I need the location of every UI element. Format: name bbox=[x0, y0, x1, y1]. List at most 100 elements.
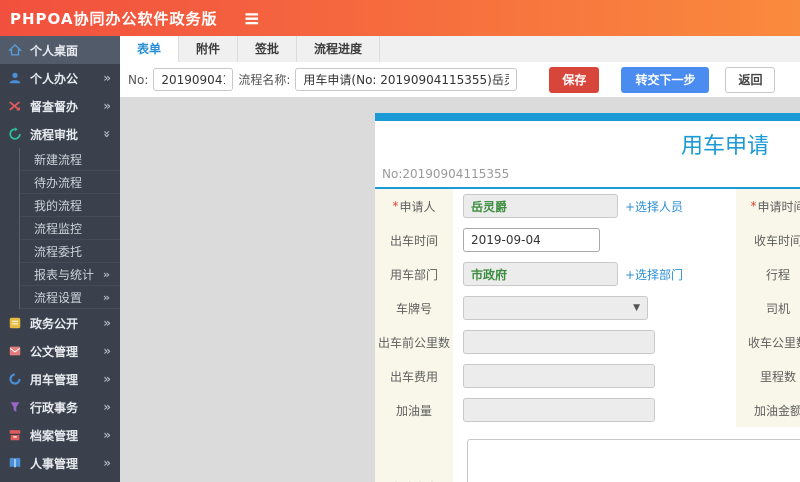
form-row: 用车部门 +选择部门 行程 bbox=[375, 257, 800, 291]
form-row: 出车前公里数 收车公里数 bbox=[375, 325, 800, 359]
sidebar-item-label: 督查督办 bbox=[30, 99, 79, 114]
department-label: 用车部门 bbox=[375, 257, 453, 291]
submenu-item-reports-stats[interactable]: 报表与统计 » bbox=[20, 263, 120, 286]
trip-cost-field bbox=[453, 359, 736, 393]
sidebar-item-personal-office[interactable]: 个人办公 » bbox=[0, 64, 120, 92]
submenu-item-label: 新建流程 bbox=[34, 152, 83, 167]
plate-number-select[interactable]: ▼ bbox=[463, 296, 648, 320]
sidebar-item-label: 用车管理 bbox=[30, 372, 79, 387]
tab-flow-progress[interactable]: 流程进度 bbox=[297, 36, 381, 62]
field-label-text: 用车部门 bbox=[389, 267, 438, 282]
form-row: 申请事由 bbox=[375, 427, 800, 482]
reason-textarea[interactable] bbox=[467, 439, 800, 482]
sidebar-item-hr-mgmt[interactable]: 人事管理 » bbox=[0, 449, 120, 477]
workflow-submenu: 新建流程 待办流程 我的流程 流程监控 流程委托 报表与统计 » 流程设置 » bbox=[19, 148, 120, 309]
submenu-item-flow-settings[interactable]: 流程设置 » bbox=[20, 286, 120, 309]
sidebar-item-label: 公文管理 bbox=[30, 344, 79, 359]
km-return-label: 收车公里数 bbox=[736, 325, 800, 359]
sidebar-item-label: 流程审批 bbox=[30, 127, 79, 142]
form-row: 加油量 加油金额 bbox=[375, 393, 800, 427]
submenu-item-new-flow[interactable]: 新建流程 bbox=[20, 148, 120, 171]
submenu-item-flow-monitor[interactable]: 流程监控 bbox=[20, 217, 120, 240]
reason-field bbox=[453, 427, 800, 482]
department-input bbox=[463, 262, 618, 286]
sidebar-item-admin-affairs[interactable]: 行政事务 » bbox=[0, 393, 120, 421]
submenu-item-label: 报表与统计 bbox=[34, 267, 95, 282]
tab-signoff[interactable]: 签批 bbox=[238, 36, 298, 62]
applicant-label: * 申请人 bbox=[375, 189, 453, 223]
chevron-right-icon: » bbox=[103, 456, 111, 470]
submenu-item-label: 流程设置 bbox=[34, 290, 83, 305]
form-row: 车牌号 ▼ 司机 bbox=[375, 291, 800, 325]
field-label-text: 收车时间 bbox=[753, 233, 800, 248]
select-department-link[interactable]: +选择部门 bbox=[625, 266, 683, 283]
sidebar-item-vehicle-mgmt[interactable]: 用车管理 » bbox=[0, 365, 120, 393]
forward-next-step-button[interactable]: 转交下一步 bbox=[621, 66, 710, 93]
department-field: +选择部门 bbox=[453, 257, 736, 291]
no-input[interactable] bbox=[153, 68, 234, 91]
chevron-right-icon: » bbox=[103, 428, 111, 442]
back-button[interactable]: 返回 bbox=[725, 66, 776, 93]
km-before-label: 出车前公里数 bbox=[375, 325, 453, 359]
submenu-item-flow-delegate[interactable]: 流程委托 bbox=[20, 240, 120, 263]
field-label-text: 收车公里数 bbox=[747, 335, 800, 350]
form-row: * 申请人 +选择人员 * 申请时间 bbox=[375, 189, 800, 223]
chevron-right-icon: » bbox=[103, 344, 111, 358]
depart-time-input[interactable] bbox=[463, 228, 600, 252]
sidebar-item-label: 个人桌面 bbox=[30, 43, 79, 58]
dropdown-arrow-icon: ▼ bbox=[633, 303, 640, 313]
vehicle-request-form: 用车申请 No:20190904115355 * 申请人 +选择人员 * 申请时… bbox=[375, 113, 800, 482]
chevron-right-icon: » bbox=[103, 400, 111, 414]
submenu-item-label: 我的流程 bbox=[34, 198, 83, 213]
field-label-text: 申请事由 bbox=[390, 479, 438, 482]
applicant-field: +选择人员 bbox=[453, 189, 736, 223]
content-area: 用车申请 No:20190904115355 * 申请人 +选择人员 * 申请时… bbox=[120, 97, 800, 482]
fuel-cost-label: 加油金额 bbox=[736, 393, 800, 427]
sidebar-item-gov-disclosure[interactable]: 政务公开 » bbox=[0, 309, 120, 337]
field-label-text: 车牌号 bbox=[395, 301, 432, 316]
sidebar-item-label: 个人办公 bbox=[30, 71, 79, 86]
form-no-text: No:20190904115355 bbox=[382, 167, 510, 181]
sidebar-item-workflow-approval[interactable]: 流程审批 » bbox=[0, 120, 120, 148]
reason-label: 申请事由 bbox=[375, 427, 453, 482]
sidebar-item-archive-mgmt[interactable]: 档案管理 » bbox=[0, 421, 120, 449]
no-label: No: bbox=[128, 72, 149, 87]
fuel-amount-label: 加油量 bbox=[375, 393, 453, 427]
sidebar-item-label: 行政事务 bbox=[30, 400, 79, 415]
field-label-text: 申请时间 bbox=[757, 199, 800, 214]
hamburger-menu-icon[interactable]: ≡ bbox=[244, 8, 261, 28]
return-time-label: 收车时间 bbox=[736, 223, 800, 257]
chevron-right-icon: » bbox=[103, 99, 111, 113]
select-person-link[interactable]: +选择人员 bbox=[625, 198, 683, 215]
submenu-item-label: 流程监控 bbox=[34, 221, 83, 236]
sidebar-item-personal-desktop[interactable]: 个人桌面 bbox=[0, 36, 120, 64]
sidebar-item-label: 档案管理 bbox=[30, 428, 79, 443]
fuel-amount-field bbox=[453, 393, 736, 427]
field-label-text: 里程数 bbox=[759, 369, 796, 384]
km-before-field bbox=[453, 325, 736, 359]
field-label-text: 行程 bbox=[765, 267, 790, 282]
mileage-label: 里程数 bbox=[736, 359, 800, 393]
flow-name-input[interactable] bbox=[295, 68, 518, 91]
save-button[interactable]: 保存 bbox=[549, 66, 600, 93]
sidebar-item-document-mgmt[interactable]: 公文管理 » bbox=[0, 337, 120, 365]
tab-form[interactable]: 表单 bbox=[120, 36, 180, 62]
form-title: 用车申请 bbox=[680, 134, 769, 159]
field-label-text: 加油量 bbox=[395, 403, 432, 418]
sidebar-item-label: 政务公开 bbox=[30, 316, 79, 331]
chevron-right-icon: » bbox=[103, 316, 111, 330]
submenu-item-my-flow[interactable]: 我的流程 bbox=[20, 194, 120, 217]
board-icon bbox=[8, 316, 23, 331]
field-label-text: 申请人 bbox=[399, 199, 436, 214]
submenu-item-todo-flow[interactable]: 待办流程 bbox=[20, 171, 120, 194]
car-icon bbox=[8, 372, 23, 387]
applicant-input bbox=[463, 194, 618, 218]
tab-bar: 表单 附件 签批 流程进度 bbox=[120, 36, 800, 62]
form-row: 出车费用 里程数 bbox=[375, 359, 800, 393]
fuel-amount-input bbox=[463, 398, 655, 422]
field-label-text: 加油金额 bbox=[753, 403, 800, 418]
book-icon bbox=[8, 456, 23, 471]
sidebar-item-supervision[interactable]: 督查督办 » bbox=[0, 92, 120, 120]
tab-attachments[interactable]: 附件 bbox=[179, 36, 239, 62]
archive-icon bbox=[8, 428, 23, 443]
